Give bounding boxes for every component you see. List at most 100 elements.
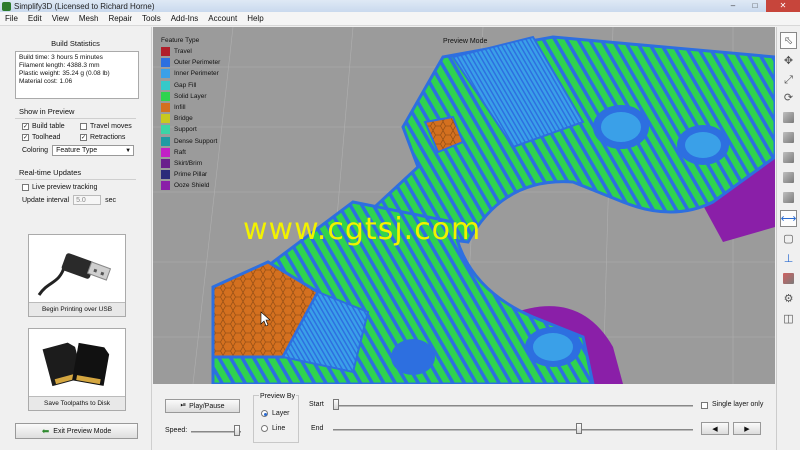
single-layer-label: Single layer only <box>712 401 764 408</box>
back-arrow-icon: ⬅ <box>41 425 50 436</box>
line-label: Line <box>272 425 286 432</box>
legend-item-ooze-shield: Ooze Shield <box>161 180 220 191</box>
save-toolpaths-card[interactable]: Save Toolpaths to Disk <box>28 328 126 411</box>
stat-build-time: Build time: 3 hours 5 minutes <box>19 54 103 61</box>
feature-type-legend: Feature Type Travel Outer Perimeter Inne… <box>161 37 220 191</box>
exit-preview-button[interactable]: ⬅ Exit Preview Mode <box>15 423 138 439</box>
menu-mesh[interactable]: Mesh <box>74 14 104 23</box>
start-track[interactable] <box>333 405 693 407</box>
layer-radio[interactable]: Layer <box>261 410 290 417</box>
checkmark-icon: ✓ <box>22 134 29 141</box>
menu-account[interactable]: Account <box>203 14 242 23</box>
update-interval-label: Update interval <box>22 196 70 204</box>
empty-checkbox-icon <box>22 184 29 191</box>
move-icon[interactable]: ✥ <box>780 52 797 69</box>
triangle-left-icon: ◀ <box>712 425 718 433</box>
legend-item-prime-pillar: Prime Pillar <box>161 169 220 180</box>
build-stats-box: Build time: 3 hours 5 minutes Filament l… <box>15 51 139 99</box>
travel-moves-label: Travel moves <box>90 123 132 130</box>
legend-item-skirt-brim: Skirt/Brim <box>161 158 220 169</box>
section-view-icon[interactable]: ⊥ <box>780 250 797 267</box>
play-pause-icon: ⏯ <box>180 402 187 409</box>
select-cursor-icon[interactable]: ⬁ <box>780 32 797 49</box>
start-slider-thumb[interactable] <box>333 399 339 410</box>
maximize-button[interactable]: □ <box>744 0 766 12</box>
view-right-cube-icon[interactable] <box>780 189 797 206</box>
toolhead-checkbox[interactable]: ✓ Toolhead <box>22 134 80 141</box>
end-track[interactable] <box>333 429 693 431</box>
line-radio[interactable]: Line <box>261 425 285 432</box>
playback-controls: ⏯ Play/Pause Speed: Preview By Layer Lin… <box>153 385 775 450</box>
wireframe-cube-icon[interactable]: ▢ <box>780 230 797 247</box>
live-preview-checkbox[interactable]: Live preview tracking <box>22 184 132 191</box>
play-pause-label: Play/Pause <box>189 402 225 410</box>
menu-repair[interactable]: Repair <box>103 14 137 23</box>
menu-tools[interactable]: Tools <box>137 14 166 23</box>
show-in-preview-title: Show in Preview <box>19 107 75 116</box>
begin-printing-usb-label: Begin Printing over USB <box>29 302 125 316</box>
update-interval-input[interactable]: 5.0 <box>73 195 102 205</box>
view-front-cube-icon[interactable] <box>780 129 797 146</box>
layers-icon[interactable]: ◫ <box>780 310 797 327</box>
interval-unit: sec <box>105 196 116 204</box>
view-left-cube-icon[interactable] <box>780 169 797 186</box>
legend-title: Feature Type <box>161 37 200 44</box>
view-top-cube-icon[interactable] <box>780 149 797 166</box>
triangle-right-icon: ▶ <box>744 425 750 433</box>
exit-preview-label: Exit Preview Mode <box>53 427 112 435</box>
scale-icon[interactable]: ⤢ <box>780 72 797 89</box>
save-toolpaths-label: Save Toolpaths to Disk <box>29 396 125 410</box>
end-slider-thumb[interactable] <box>576 423 582 434</box>
coloring-value: Feature Type <box>56 147 98 154</box>
legend-item-travel: Travel <box>161 46 220 57</box>
step-back-button[interactable]: ◀ <box>701 422 729 435</box>
menu-view[interactable]: View <box>47 14 74 23</box>
menu-bar: File Edit View Mesh Repair Tools Add-Ins… <box>0 12 800 26</box>
divider <box>15 179 136 180</box>
build-table-checkbox[interactable]: ✓ Build table <box>22 123 80 130</box>
play-pause-button[interactable]: ⏯ Play/Pause <box>165 399 240 413</box>
begin-printing-usb-card[interactable]: Begin Printing over USB <box>28 234 126 317</box>
legend-item-dense-support: Dense Support <box>161 136 220 147</box>
rotate-icon[interactable]: ⟳ <box>780 89 797 106</box>
toolhead-label: Toolhead <box>32 134 61 141</box>
gear-icon[interactable]: ⚙ <box>780 290 797 307</box>
coloring-select[interactable]: Feature Type ▼ <box>52 145 135 156</box>
single-layer-checkbox[interactable] <box>701 402 708 409</box>
retractions-checkbox[interactable]: ✓ Retractions <box>80 134 138 141</box>
minimize-button[interactable]: – <box>722 0 744 12</box>
coloring-label: Coloring <box>22 147 49 154</box>
legend-item-solid-layer: Solid Layer <box>161 91 220 102</box>
title-bar: Simplify3D (Licensed to Richard Horne) –… <box>0 0 800 12</box>
menu-file[interactable]: File <box>0 14 23 23</box>
usb-cable-image <box>29 235 125 303</box>
travel-moves-checkbox[interactable]: Travel moves <box>80 123 138 130</box>
checkmark-icon: ✓ <box>80 134 87 141</box>
build-stats-title: Build Statistics <box>51 39 100 48</box>
stat-filament-length: Filament length: 4388.3 mm <box>19 62 100 69</box>
live-preview-label: Live preview tracking <box>32 184 98 191</box>
right-toolbar: ⬁ ✥ ⤢ ⟳ ⟷ ▢ ⊥ ⚙ ◫ <box>776 27 800 450</box>
close-button[interactable]: ✕ <box>766 0 800 12</box>
step-forward-button[interactable]: ▶ <box>733 422 761 435</box>
chevron-down-icon: ▼ <box>125 148 132 154</box>
preview-viewport[interactable]: Feature Type Travel Outer Perimeter Inne… <box>153 27 775 384</box>
legend-item-raft: Raft <box>161 147 220 158</box>
view-iso-cube-icon[interactable] <box>780 109 797 126</box>
menu-edit[interactable]: Edit <box>23 14 47 23</box>
axes-icon[interactable]: ⟷ <box>780 210 797 227</box>
toolpath-render <box>153 27 775 384</box>
divider <box>15 118 136 119</box>
empty-checkbox-icon <box>80 123 87 130</box>
sd-card-image <box>29 329 125 397</box>
shaded-cube-icon[interactable] <box>780 270 797 287</box>
menu-add-ins[interactable]: Add-Ins <box>166 14 204 23</box>
speed-slider-thumb[interactable] <box>234 425 240 436</box>
window-title: Simplify3D (Licensed to Richard Horne) <box>14 1 155 11</box>
preview-by-title: Preview By <box>259 393 297 400</box>
legend-item-inner-perimeter: Inner Perimeter <box>161 68 220 79</box>
preview-by-group <box>253 395 299 443</box>
menu-help[interactable]: Help <box>242 14 268 23</box>
left-panel: Build Statistics Build time: 3 hours 5 m… <box>0 27 152 450</box>
checkmark-icon: ✓ <box>22 123 29 130</box>
